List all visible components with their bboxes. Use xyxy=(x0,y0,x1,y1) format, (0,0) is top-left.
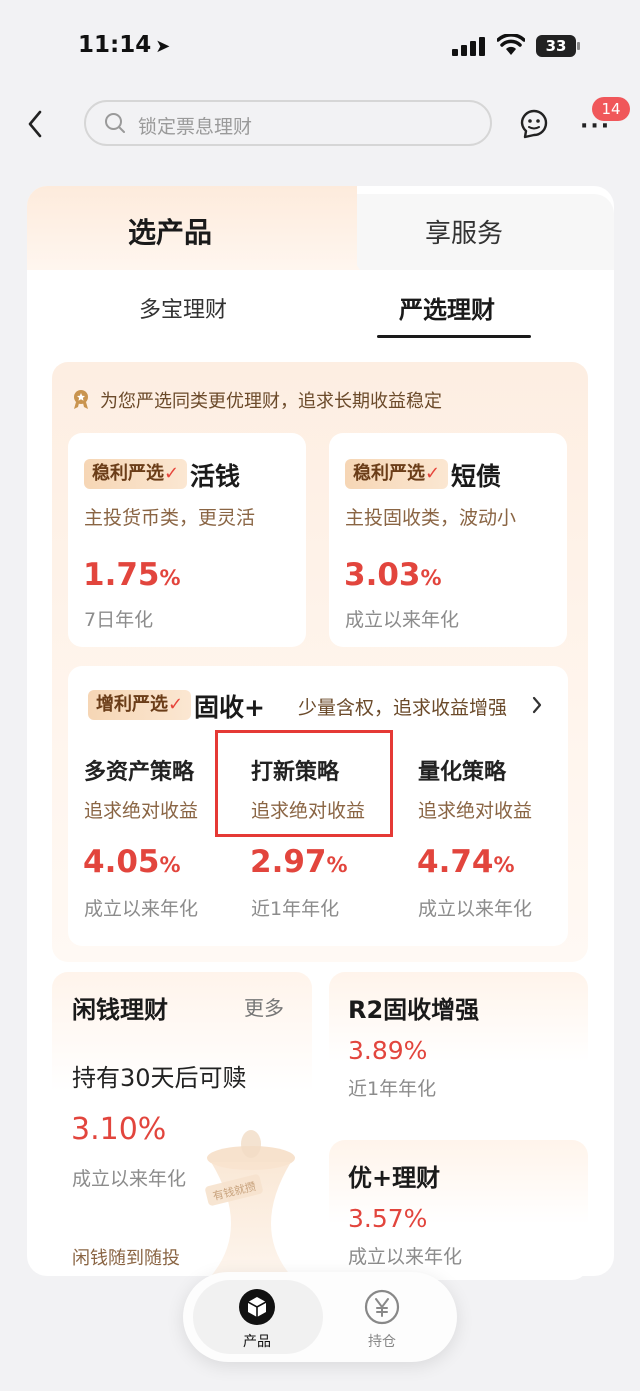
tab-select-products[interactable]: 选产品 xyxy=(128,211,212,251)
search-input[interactable]: 锁定票息理财 xyxy=(84,100,492,146)
product-subtitle: 主投货币类，更灵活 xyxy=(84,507,256,529)
hourglass-illustration: 有钱就攒 xyxy=(205,1130,295,1276)
product-rate-label: 成立以来年化 xyxy=(345,609,460,631)
product-subtitle: 主投固收类，波动小 xyxy=(345,507,517,529)
product-rate: 3.03% xyxy=(344,557,442,593)
tab-enjoy-service[interactable]: 享服务 xyxy=(425,213,503,250)
chevron-right-icon[interactable] xyxy=(530,695,544,715)
product-box-icon xyxy=(239,1289,275,1325)
strategy-title: 多资产策略 xyxy=(84,760,195,785)
strategy-subtitle: 追求绝对收益 xyxy=(84,800,199,822)
subtab-active-indicator xyxy=(377,335,531,338)
customer-service-icon[interactable] xyxy=(516,106,552,140)
r2-rate: 3.89% xyxy=(348,1036,428,1065)
idle-title: 闲钱理财 xyxy=(72,996,168,1024)
notification-badge: 14 xyxy=(592,97,630,121)
idle-rate: 3.10% xyxy=(71,1112,167,1147)
idle-rate-label: 成立以来年化 xyxy=(72,1168,187,1190)
status-time: 11:14 ➤ xyxy=(78,32,171,58)
location-arrow-icon: ➤ xyxy=(155,36,171,57)
check-icon: ✓ xyxy=(168,694,184,715)
battery-icon: 33 xyxy=(536,35,576,57)
product-tag: 稳利严选✓ xyxy=(345,459,449,489)
product-title: 活钱 xyxy=(190,462,241,491)
more-link[interactable]: 更多 xyxy=(244,992,284,1021)
back-arrow-icon[interactable] xyxy=(24,108,48,140)
highlight-box xyxy=(215,730,393,837)
idle-footer: 闲钱随到随投 xyxy=(72,1248,180,1269)
strategy-rate: 2.97% xyxy=(250,844,348,880)
yen-icon[interactable] xyxy=(363,1288,401,1326)
plus-title: 优+理财 xyxy=(348,1164,441,1192)
product-title: 短债 xyxy=(451,462,502,491)
search-placeholder: 锁定票息理财 xyxy=(138,116,253,138)
product-rate-label: 7日年化 xyxy=(84,609,154,631)
subtab-duobao[interactable]: 多宝理财 xyxy=(139,292,227,324)
strategy-rate-label: 成立以来年化 xyxy=(418,898,533,920)
strategy-rate-label: 近1年年化 xyxy=(251,898,340,920)
product-tag: 增利严选✓ xyxy=(88,690,192,720)
wifi-icon xyxy=(497,34,525,55)
curated-banner: 为您严选同类更优理财，追求长期收益稳定 xyxy=(100,391,442,412)
subtab-yanxuan[interactable]: 严选理财 xyxy=(399,290,495,325)
strategy-title: 量化策略 xyxy=(418,760,507,785)
plus-rate: 3.57% xyxy=(348,1204,428,1233)
r2-card[interactable]: R2固收增强 3.89% 近1年年化 xyxy=(329,972,588,1122)
search-icon xyxy=(105,113,125,133)
check-icon: ✓ xyxy=(425,463,441,484)
medal-icon xyxy=(74,390,88,409)
product-rate: 1.75% xyxy=(83,557,181,593)
product-desc: 少量含权，追求收益增强 xyxy=(298,697,508,719)
idle-subtitle: 持有30天后可赎 xyxy=(72,1064,247,1092)
product-card-huoqian[interactable]: 稳利严选✓ 活钱 主投货币类，更灵活 1.75% 7日年化 xyxy=(68,433,306,647)
cellular-signal-icon xyxy=(452,36,488,56)
product-card-duanzhai[interactable]: 稳利严选✓ 短债 主投固收类，波动小 3.03% 成立以来年化 xyxy=(329,433,567,647)
strategy-subtitle: 追求绝对收益 xyxy=(418,800,533,822)
plus-rate-label: 成立以来年化 xyxy=(348,1246,463,1268)
battery-cap xyxy=(577,42,580,50)
plus-card[interactable]: 优+理财 3.57% 成立以来年化 xyxy=(329,1140,588,1280)
strategy-rate: 4.74% xyxy=(417,844,515,880)
check-icon: ✓ xyxy=(164,463,180,484)
strategy-rate: 4.05% xyxy=(83,844,181,880)
product-tag: 稳利严选✓ xyxy=(84,459,188,489)
nav-label-products: 产品 xyxy=(243,1334,271,1350)
nav-label-holdings: 持仓 xyxy=(368,1334,396,1350)
strategy-rate-label: 成立以来年化 xyxy=(84,898,199,920)
r2-rate-label: 近1年年化 xyxy=(348,1078,437,1100)
product-title: 固收+ xyxy=(194,693,265,722)
r2-title: R2固收增强 xyxy=(348,996,480,1024)
